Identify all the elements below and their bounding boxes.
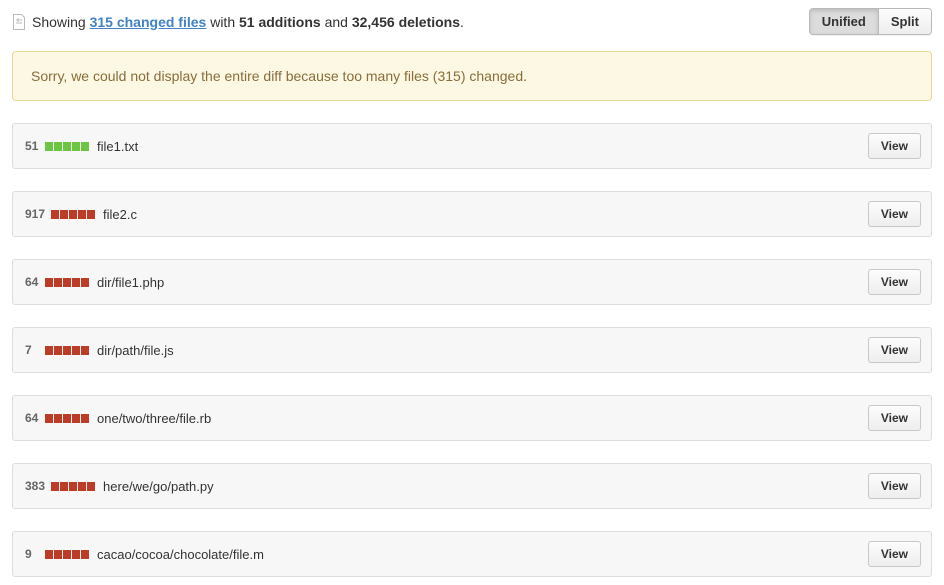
add-block-icon	[54, 142, 62, 151]
del-block-icon	[45, 550, 53, 559]
del-block-icon	[72, 414, 80, 423]
del-block-icon	[60, 210, 68, 219]
del-block-icon	[72, 346, 80, 355]
del-block-icon	[69, 210, 77, 219]
diffstat-blocks	[45, 142, 89, 151]
file-name[interactable]: dir/file1.php	[97, 275, 868, 290]
add-block-icon	[45, 142, 53, 151]
file-name[interactable]: one/two/three/file.rb	[97, 411, 868, 426]
add-block-icon	[72, 142, 80, 151]
add-block-icon	[81, 142, 89, 151]
file-row: 383 here/we/go/path.pyView	[12, 463, 932, 509]
del-block-icon	[63, 414, 71, 423]
del-block-icon	[45, 414, 53, 423]
change-count: 9	[25, 547, 39, 561]
diff-truncated-warning: Sorry, we could not display the entire d…	[12, 51, 932, 101]
summary-sentence: Showing 315 changed files with 51 additi…	[32, 14, 464, 30]
change-count: 64	[25, 275, 39, 289]
file-row: 917 file2.cView	[12, 191, 932, 237]
file-name[interactable]: here/we/go/path.py	[103, 479, 868, 494]
file-row: 64 one/two/three/file.rbView	[12, 395, 932, 441]
summary-bar: Showing 315 changed files with 51 additi…	[12, 8, 932, 35]
file-row: 7 dir/path/file.jsView	[12, 327, 932, 373]
del-block-icon	[54, 346, 62, 355]
view-file-button[interactable]: View	[868, 473, 921, 499]
diffstat-blocks	[51, 210, 95, 219]
del-block-icon	[60, 482, 68, 491]
diffstat-blocks	[45, 346, 89, 355]
change-count: 917	[25, 207, 45, 221]
change-count: 383	[25, 479, 45, 493]
del-block-icon	[63, 346, 71, 355]
file-name[interactable]: file2.c	[103, 207, 868, 222]
view-file-button[interactable]: View	[868, 201, 921, 227]
diff-view-toggle: Unified Split	[809, 8, 932, 35]
summary-text: Showing 315 changed files with 51 additi…	[12, 14, 464, 30]
diffstat-blocks	[45, 278, 89, 287]
diffstat-blocks	[45, 414, 89, 423]
view-file-button[interactable]: View	[868, 133, 921, 159]
del-block-icon	[63, 278, 71, 287]
unified-toggle[interactable]: Unified	[810, 9, 878, 34]
file-list: 51file1.txtView917file2.cView64dir/file1…	[12, 123, 932, 577]
change-count: 7	[25, 343, 39, 357]
diffstat-blocks	[45, 550, 89, 559]
del-block-icon	[54, 414, 62, 423]
file-name[interactable]: file1.txt	[97, 139, 868, 154]
del-block-icon	[87, 210, 95, 219]
del-block-icon	[78, 482, 86, 491]
del-block-icon	[45, 346, 53, 355]
del-block-icon	[54, 278, 62, 287]
diff-file-icon	[12, 14, 26, 30]
del-block-icon	[72, 550, 80, 559]
del-block-icon	[69, 482, 77, 491]
del-block-icon	[81, 278, 89, 287]
file-row: 51 file1.txtView	[12, 123, 932, 169]
diffstat-blocks	[51, 482, 95, 491]
changed-files-link[interactable]: 315 changed files	[90, 14, 207, 30]
del-block-icon	[51, 482, 59, 491]
file-row: 9 cacao/cocoa/chocolate/file.mView	[12, 531, 932, 577]
view-file-button[interactable]: View	[868, 541, 921, 567]
del-block-icon	[51, 210, 59, 219]
del-block-icon	[87, 482, 95, 491]
add-block-icon	[63, 142, 71, 151]
deletions-count: 32,456	[352, 14, 395, 30]
del-block-icon	[78, 210, 86, 219]
change-count: 51	[25, 139, 39, 153]
view-file-button[interactable]: View	[868, 337, 921, 363]
del-block-icon	[72, 278, 80, 287]
del-block-icon	[81, 346, 89, 355]
split-toggle[interactable]: Split	[878, 9, 931, 34]
del-block-icon	[54, 550, 62, 559]
del-block-icon	[63, 550, 71, 559]
file-name[interactable]: cacao/cocoa/chocolate/file.m	[97, 547, 868, 562]
view-file-button[interactable]: View	[868, 269, 921, 295]
change-count: 64	[25, 411, 39, 425]
del-block-icon	[81, 414, 89, 423]
del-block-icon	[45, 278, 53, 287]
file-row: 64 dir/file1.phpView	[12, 259, 932, 305]
file-name[interactable]: dir/path/file.js	[97, 343, 868, 358]
del-block-icon	[81, 550, 89, 559]
additions-count: 51	[239, 14, 255, 30]
view-file-button[interactable]: View	[868, 405, 921, 431]
